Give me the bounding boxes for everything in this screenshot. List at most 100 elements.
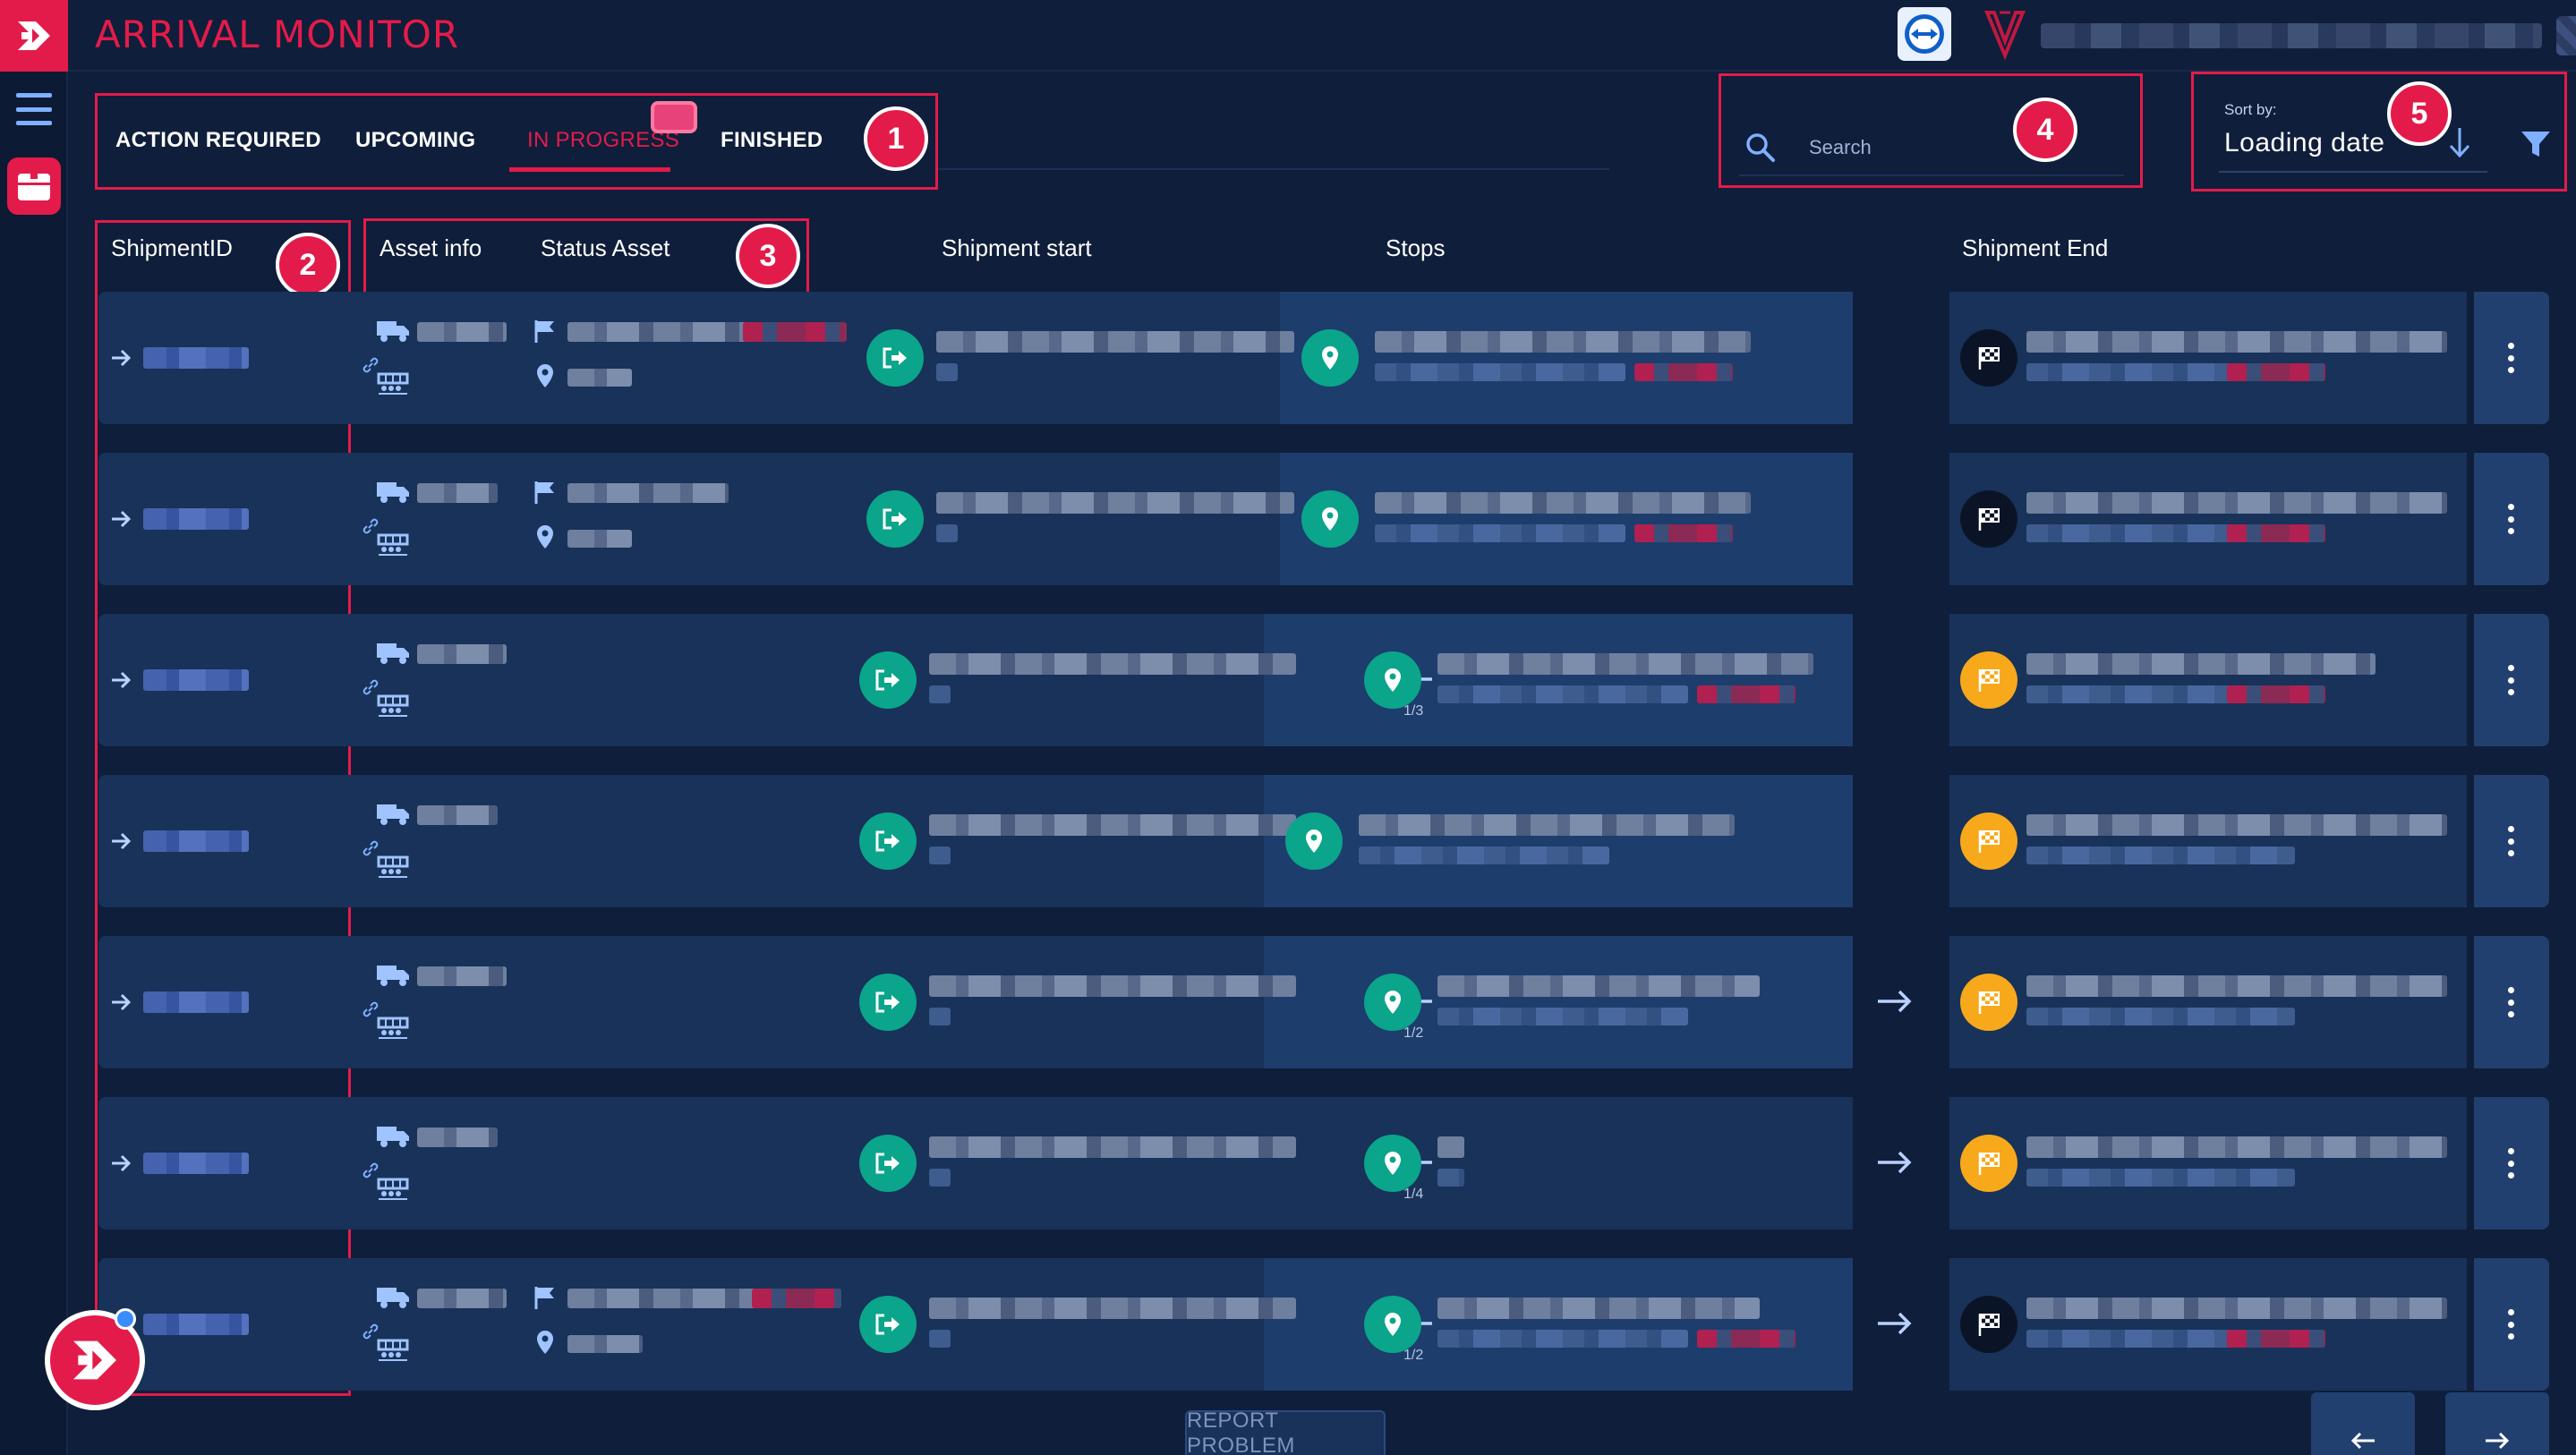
row-actions-button[interactable] xyxy=(2474,1097,2549,1230)
arrow-right-icon[interactable] xyxy=(109,506,134,532)
row-actions-button[interactable] xyxy=(2474,614,2549,746)
departure-icon xyxy=(866,490,924,548)
sort-underline xyxy=(2219,171,2487,173)
shipment-id-link[interactable] xyxy=(143,991,249,1013)
previous-page-button[interactable] xyxy=(2311,1392,2415,1455)
departure-icon xyxy=(859,1296,917,1353)
stop-location-subtext xyxy=(1359,847,1609,864)
table-row[interactable] xyxy=(98,292,2551,424)
search-input[interactable] xyxy=(1809,132,2015,164)
row-actions-button[interactable] xyxy=(2474,936,2549,1068)
shipment-id-link[interactable] xyxy=(143,830,249,852)
departure-icon xyxy=(866,329,924,387)
sort-select[interactable]: Loading date xyxy=(2224,128,2385,158)
checkered-flag-icon xyxy=(1960,651,2017,709)
location-pin-icon xyxy=(1285,813,1343,870)
next-page-button[interactable] xyxy=(2445,1392,2549,1455)
shipment-id-link[interactable] xyxy=(143,669,249,691)
column-header-stops[interactable]: Stops xyxy=(1386,234,1446,262)
table-row[interactable] xyxy=(98,775,2551,907)
tab-finished[interactable]: FINISHED xyxy=(721,128,823,153)
table-row[interactable] xyxy=(98,453,2551,585)
shipment-start-text xyxy=(929,1298,1296,1319)
stops-counter: 1/2 xyxy=(1403,1025,1424,1041)
status-asset-text xyxy=(567,1289,764,1308)
row-background xyxy=(98,1258,1377,1391)
stop-location-text xyxy=(1375,331,1751,353)
shipment-end-text xyxy=(2026,814,2447,836)
row-background xyxy=(98,453,1377,585)
filter-icon[interactable] xyxy=(2518,126,2554,162)
asset-location-text xyxy=(567,369,632,387)
shipment-id-link[interactable] xyxy=(143,347,249,369)
stop-status-tag xyxy=(1634,524,1733,542)
arrow-right-icon[interactable] xyxy=(1874,1149,1914,1176)
arrow-right-icon[interactable] xyxy=(1874,988,1914,1015)
menu-icon[interactable] xyxy=(16,93,52,125)
asset-id-text xyxy=(417,966,507,986)
shipment-end-subtext xyxy=(2026,1169,2295,1187)
row-actions-button[interactable] xyxy=(2474,1258,2549,1391)
arrow-right-icon[interactable] xyxy=(109,345,134,370)
shipment-end-text xyxy=(2026,1298,2447,1319)
shipment-end-text xyxy=(2026,331,2447,353)
tab-action-required[interactable]: ACTION REQUIRED xyxy=(115,128,321,153)
location-pin-icon xyxy=(1301,329,1359,387)
remote-support-icon[interactable] xyxy=(1898,7,1951,61)
sort-arrow-icon[interactable] xyxy=(2446,124,2473,160)
flag-icon xyxy=(533,1285,557,1310)
row-actions-button[interactable] xyxy=(2474,453,2549,585)
kebab-icon xyxy=(2508,343,2515,373)
stops-counter: 1/3 xyxy=(1403,703,1424,719)
arrow-right-icon[interactable] xyxy=(109,829,134,854)
row-actions-button[interactable] xyxy=(2474,292,2549,424)
search-icon[interactable] xyxy=(1744,132,1777,164)
truck-icon xyxy=(376,641,410,666)
tab-upcoming[interactable]: UPCOMING xyxy=(355,128,475,153)
truck-icon xyxy=(376,319,410,344)
table-row[interactable]: 1/4 xyxy=(98,1097,2551,1230)
report-problem-button[interactable]: REPORT PROBLEM xyxy=(1185,1408,1386,1455)
location-pin-icon xyxy=(535,363,555,388)
shipment-end-text xyxy=(2026,492,2447,514)
rail-icon xyxy=(376,1015,410,1040)
column-header-shipment-end[interactable]: Shipment End xyxy=(1962,234,2108,262)
box-icon[interactable] xyxy=(7,157,61,215)
shipment-end-status-tag xyxy=(2227,685,2325,703)
truck-icon xyxy=(376,1285,410,1310)
checkered-flag-icon xyxy=(1960,490,2017,548)
table-row[interactable]: 1/2 xyxy=(98,936,2551,1068)
row-background xyxy=(98,936,1377,1068)
column-header-shipment-start[interactable]: Shipment start xyxy=(942,234,1092,262)
departure-icon xyxy=(859,651,917,709)
status-asset-tag xyxy=(752,1289,841,1308)
stop-location-subtext xyxy=(1437,1169,1464,1187)
app-logo[interactable] xyxy=(0,0,68,72)
avatar[interactable] xyxy=(2556,16,2576,55)
table-row[interactable]: 1/2 xyxy=(98,1258,2551,1391)
shipment-start-subtext xyxy=(929,1008,951,1025)
user-name[interactable] xyxy=(2041,23,2542,48)
arrow-right-icon[interactable] xyxy=(1874,1310,1914,1337)
shipment-id-link[interactable] xyxy=(143,508,249,530)
search-underline xyxy=(1739,174,2124,176)
arrow-right-icon[interactable] xyxy=(109,668,134,693)
asset-id-text xyxy=(417,1289,507,1308)
annotation-badge-4: 4 xyxy=(2013,98,2077,162)
arrow-right-icon[interactable] xyxy=(109,990,134,1015)
asset-id-text xyxy=(417,483,498,503)
shipment-id-link[interactable] xyxy=(143,1314,249,1335)
shipment-id-link[interactable] xyxy=(143,1153,249,1174)
arrow-right-icon[interactable] xyxy=(109,1151,134,1176)
rail-icon xyxy=(376,693,410,718)
table-row[interactable]: 1/3 xyxy=(98,614,2551,746)
stop-status-tag xyxy=(1697,685,1796,703)
stops-counter: 1/4 xyxy=(1403,1187,1424,1202)
shipment-end-cell xyxy=(1949,1258,2467,1391)
shipment-end-cell xyxy=(1949,775,2467,907)
asset-id-text xyxy=(417,322,507,342)
stops-cell xyxy=(1280,453,1853,585)
stop-location-subtext xyxy=(1375,524,1625,542)
truck-icon xyxy=(376,802,410,827)
row-actions-button[interactable] xyxy=(2474,775,2549,907)
